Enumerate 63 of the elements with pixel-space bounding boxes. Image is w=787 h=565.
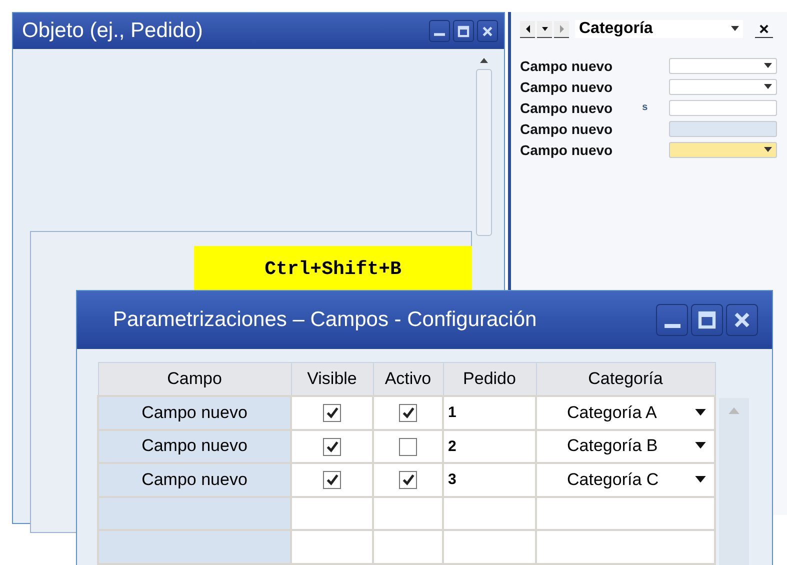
maximize-button[interactable] bbox=[453, 20, 474, 42]
check-icon bbox=[402, 475, 414, 486]
dropdown-arrow-icon bbox=[695, 442, 706, 450]
checkbox[interactable] bbox=[399, 471, 417, 490]
check-icon bbox=[326, 442, 338, 452]
minimize-icon bbox=[664, 324, 680, 328]
field-label: Campo nuevo bbox=[520, 58, 614, 74]
field-label: Campo nuevo bbox=[520, 120, 614, 136]
scroll-up-icon[interactable] bbox=[479, 57, 489, 63]
column-header[interactable]: Activo bbox=[373, 362, 443, 396]
minimize-icon bbox=[434, 33, 445, 36]
scroll-thumb[interactable] bbox=[476, 69, 492, 236]
field-label: Campo nuevo bbox=[520, 100, 614, 116]
close-icon bbox=[481, 24, 494, 38]
dropdown-field[interactable] bbox=[669, 58, 777, 74]
check-icon bbox=[326, 408, 338, 418]
maximize-icon bbox=[697, 310, 717, 330]
shortcut-label: Ctrl+Shift+B bbox=[194, 246, 472, 291]
dropdown-button[interactable] bbox=[537, 20, 552, 38]
table-cell: 2 bbox=[443, 430, 536, 463]
previous-button[interactable] bbox=[520, 20, 535, 38]
left-triangle-icon bbox=[524, 24, 532, 34]
checkbox[interactable] bbox=[399, 404, 417, 422]
checkbox[interactable] bbox=[399, 438, 417, 456]
checkbox[interactable] bbox=[323, 438, 341, 456]
dropdown-arrow-icon bbox=[764, 84, 772, 90]
minimize-button[interactable] bbox=[429, 20, 450, 42]
column-header[interactable]: Categoría bbox=[536, 362, 715, 396]
close-icon bbox=[758, 22, 770, 34]
close-icon bbox=[732, 310, 752, 330]
table-cell: Campo nuevo bbox=[98, 396, 291, 430]
checkbox[interactable] bbox=[323, 471, 341, 490]
column-header[interactable]: Pedido bbox=[443, 362, 536, 396]
maximize-icon bbox=[457, 24, 470, 38]
table-cell: Campo nuevo bbox=[98, 463, 291, 496]
field-label: Campo nuevo bbox=[520, 142, 614, 158]
field-marker: s bbox=[642, 102, 648, 113]
category-select[interactable]: Categoría bbox=[575, 20, 743, 38]
checkbox[interactable] bbox=[323, 404, 341, 422]
dropdown-arrow-icon bbox=[764, 62, 772, 68]
table-cell: 3 bbox=[443, 463, 536, 496]
dropdown-arrow-icon bbox=[764, 146, 772, 152]
column-header[interactable]: Visible bbox=[291, 362, 373, 396]
close-button[interactable] bbox=[477, 20, 498, 42]
dropdown-arrow-icon bbox=[695, 408, 706, 417]
dropdown-arrow-icon bbox=[695, 476, 706, 484]
dropdown-arrow-icon bbox=[731, 26, 739, 32]
table-cell: Campo nuevo bbox=[98, 430, 291, 463]
close-button[interactable] bbox=[726, 304, 758, 336]
maximize-button[interactable] bbox=[691, 304, 723, 336]
check-icon bbox=[402, 408, 414, 418]
column-header[interactable]: Campo bbox=[98, 362, 291, 396]
table-cell: 1 bbox=[443, 396, 536, 430]
field-label: Campo nuevo bbox=[520, 78, 614, 94]
right-triangle-icon bbox=[558, 24, 566, 34]
next-button[interactable] bbox=[554, 20, 569, 38]
dropdown-field[interactable] bbox=[669, 78, 777, 94]
window-title: Parametrizaciones – Campos - Configuración bbox=[113, 308, 537, 332]
dropdown-field[interactable] bbox=[669, 142, 777, 158]
input-field[interactable] bbox=[669, 100, 777, 116]
check-icon bbox=[326, 475, 338, 486]
minimize-button[interactable] bbox=[656, 304, 688, 336]
window-title: Objeto (ej., Pedido) bbox=[22, 19, 203, 43]
